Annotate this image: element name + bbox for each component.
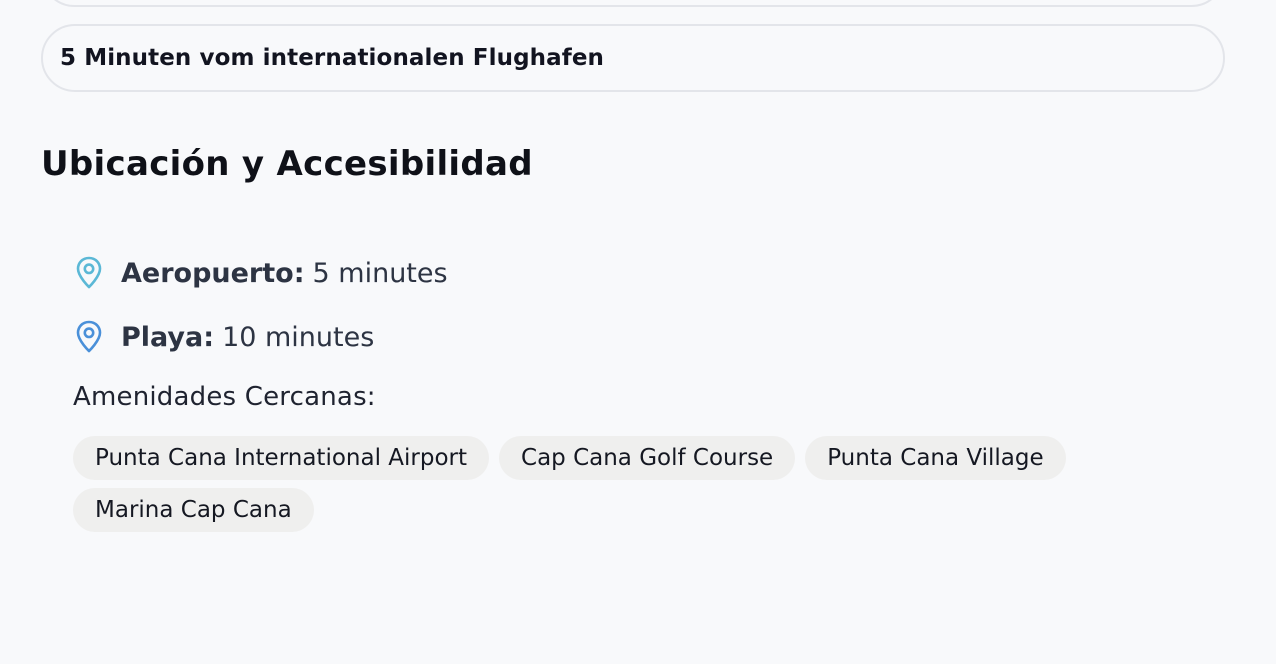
feature-item-partial (41, 0, 1225, 7)
map-pin-icon (73, 255, 105, 291)
location-value: 5 minutes (312, 257, 448, 289)
location-label: Aeropuerto: (121, 257, 305, 289)
location-list: Aeropuerto: 5 minutes Playa: 10 minutes (73, 252, 973, 380)
amenities-chip-list: Punta Cana International Airport Cap Can… (73, 436, 1113, 532)
property-details-page: 5 Minuten vom internationalen Flughafen … (0, 0, 1276, 664)
amenity-chip: Punta Cana Village (805, 436, 1066, 480)
section-title-location: Ubicación y Accesibilidad (41, 144, 533, 184)
amenity-chip: Punta Cana International Airport (73, 436, 490, 480)
location-label: Playa: (121, 321, 215, 353)
feature-item-airport: 5 Minuten vom internationalen Flughafen (41, 24, 1225, 92)
amenity-chip: Marina Cap Cana (73, 488, 314, 532)
location-item-beach: Playa: 10 minutes (73, 316, 973, 358)
feature-text: 5 Minuten vom internationalen Flughafen (60, 45, 605, 71)
amenities-heading: Amenidades Cercanas: (73, 382, 376, 412)
map-pin-icon (73, 319, 105, 355)
location-item-airport: Aeropuerto: 5 minutes (73, 252, 973, 294)
location-value: 10 minutes (222, 321, 375, 353)
amenity-chip: Cap Cana Golf Course (499, 436, 796, 480)
